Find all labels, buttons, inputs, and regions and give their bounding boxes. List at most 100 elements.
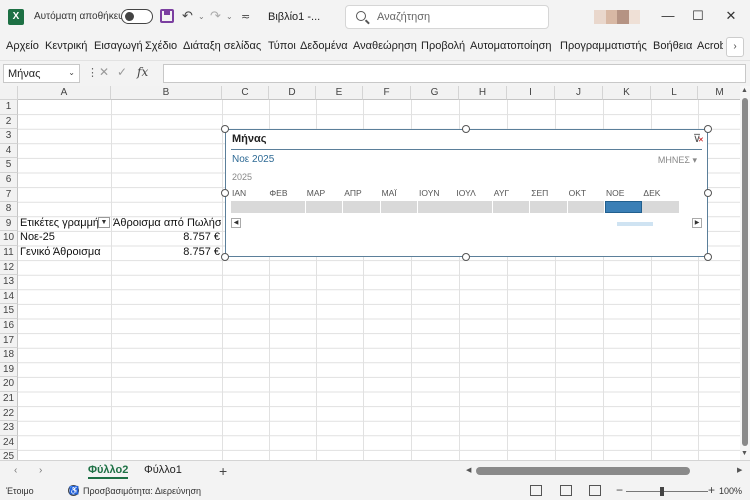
slicer-month-tile[interactable] [642, 201, 679, 213]
tab-home[interactable]: Κεντρική [45, 40, 87, 52]
row-header[interactable]: 4 [0, 143, 18, 159]
row-header[interactable]: 19 [0, 362, 18, 378]
column-header[interactable]: H [459, 86, 507, 100]
save-icon[interactable] [160, 9, 174, 23]
page-layout-view-icon[interactable] [560, 485, 572, 496]
zoom-out-button[interactable]: − [616, 483, 623, 497]
add-sheet-button[interactable]: + [219, 463, 227, 479]
redo-icon[interactable]: ↷ [210, 8, 221, 24]
next-sheet-icon[interactable]: › [39, 465, 42, 476]
resize-handle[interactable] [221, 253, 229, 261]
column-header[interactable]: F [363, 86, 411, 100]
close-button[interactable]: ✕ [721, 8, 741, 24]
name-box[interactable]: Μήνας ⌄ [3, 64, 80, 83]
row-header[interactable]: 7 [0, 187, 18, 203]
clear-filter-icon[interactable]: ⊽ [693, 132, 704, 145]
tab-data[interactable]: Δεδομένα [300, 40, 348, 52]
column-header[interactable]: K [603, 86, 651, 100]
maximize-button[interactable]: ☐ [688, 8, 708, 24]
zoom-slider-thumb[interactable] [660, 487, 664, 496]
pivot-grand-total-value[interactable]: 8.757 € [160, 246, 220, 258]
select-all-corner[interactable] [0, 86, 18, 100]
insert-function-icon[interactable]: fx [137, 65, 148, 79]
slicer-scroll-left-icon[interactable]: ◀ [231, 218, 241, 228]
row-header[interactable]: 6 [0, 173, 18, 188]
scroll-up-icon[interactable]: ▲ [741, 87, 748, 94]
slicer-time-level-dropdown[interactable]: ΜΗΝΕΣ ▾ [658, 155, 697, 166]
minimize-button[interactable]: — [658, 8, 678, 23]
slicer-month-tile[interactable] [268, 201, 305, 213]
row-header[interactable]: 11 [0, 246, 18, 261]
resize-handle[interactable] [704, 125, 712, 133]
row-header[interactable]: 21 [0, 392, 18, 407]
zoom-in-button[interactable]: + [708, 483, 715, 497]
slicer-month-tile[interactable] [231, 201, 268, 213]
previous-sheet-icon[interactable]: ‹ [14, 465, 17, 476]
tab-insert[interactable]: Εισαγωγή [94, 40, 143, 52]
resize-handle[interactable] [221, 189, 229, 197]
slicer-month-tile[interactable] [455, 201, 492, 213]
row-header[interactable]: 13 [0, 275, 18, 290]
cancel-formula-icon[interactable]: ✕ [99, 65, 109, 79]
tab-automate[interactable]: Αυτοματοποίηση [470, 40, 552, 52]
zoom-slider[interactable] [626, 491, 708, 492]
enter-formula-icon[interactable]: ✓ [117, 65, 127, 79]
sheet-tab[interactable]: Φύλλο1 [144, 464, 182, 476]
row-header[interactable]: 20 [0, 377, 18, 392]
autosave-toggle[interactable] [121, 9, 153, 24]
resize-handle[interactable] [462, 125, 470, 133]
tab-developer[interactable]: Προγραμματιστής [560, 40, 647, 52]
slicer-month-tile[interactable] [605, 201, 642, 213]
tab-page-layout[interactable]: Διάταξη σελίδας [183, 40, 261, 52]
row-header[interactable]: 8 [0, 202, 18, 217]
row-header[interactable]: 14 [0, 289, 18, 305]
tab-review[interactable]: Αναθεώρηση [353, 40, 417, 52]
column-header[interactable]: G [411, 86, 459, 100]
column-header[interactable]: B [111, 86, 222, 100]
filter-dropdown-icon[interactable]: ▼ [98, 217, 110, 228]
slicer-month-tile[interactable] [530, 201, 567, 213]
chevron-down-icon[interactable]: ⌄ [68, 68, 75, 77]
search-box[interactable]: Αναζήτηση [345, 5, 549, 29]
row-header[interactable]: 25 [0, 450, 18, 460]
slicer-scroll-right-icon[interactable]: ▶ [692, 218, 702, 228]
zoom-level[interactable]: 100% [719, 486, 742, 496]
resize-handle[interactable] [221, 125, 229, 133]
customize-toolbar-icon[interactable]: ≂ [241, 10, 250, 23]
tab-view[interactable]: Προβολή [421, 40, 465, 52]
row-header[interactable]: 15 [0, 304, 18, 319]
tab-file[interactable]: Αρχείο [6, 40, 39, 52]
column-header[interactable]: C [222, 86, 269, 100]
row-header[interactable]: 17 [0, 333, 18, 349]
page-break-view-icon[interactable] [589, 485, 601, 496]
row-header[interactable]: 2 [0, 114, 18, 130]
tab-acrobat[interactable]: Acrobat [697, 40, 723, 52]
redo-dropdown-icon[interactable]: ⌄ [226, 12, 233, 21]
horizontal-scroll-thumb[interactable] [476, 467, 690, 475]
row-header[interactable]: 10 [0, 231, 18, 246]
row-header[interactable]: 9 [0, 216, 18, 232]
row-header[interactable]: 24 [0, 435, 18, 451]
column-header[interactable]: D [269, 86, 316, 100]
resize-handle[interactable] [704, 189, 712, 197]
slicer-month-tile[interactable] [567, 201, 605, 213]
pivot-grand-total-label[interactable]: Γενικό Άθροισμα [20, 246, 101, 258]
avatar[interactable] [594, 10, 640, 24]
vertical-scrollbar[interactable]: ▲ ▼ [740, 86, 750, 460]
column-header[interactable]: M [698, 86, 742, 100]
row-header[interactable]: 22 [0, 406, 18, 422]
pivot-row-value[interactable]: 8.757 € [160, 231, 220, 243]
resize-handle[interactable] [704, 253, 712, 261]
sheet-tab-active[interactable]: Φύλλο2 [88, 464, 129, 479]
slicer-month-tile[interactable] [492, 201, 530, 213]
slicer-month-tile[interactable] [343, 201, 380, 213]
tab-formulas[interactable]: Τύποι [268, 40, 296, 52]
column-header[interactable]: L [651, 86, 698, 100]
column-header[interactable]: J [555, 86, 603, 100]
ribbon-scroll-right-button[interactable]: › [726, 37, 744, 57]
pivot-row-labels-header[interactable]: Ετικέτες γραμμής [20, 217, 98, 229]
normal-view-icon[interactable] [530, 485, 542, 496]
row-header[interactable]: 12 [0, 260, 18, 276]
undo-dropdown-icon[interactable]: ⌄ [198, 12, 205, 21]
scroll-down-icon[interactable]: ▼ [741, 450, 748, 457]
